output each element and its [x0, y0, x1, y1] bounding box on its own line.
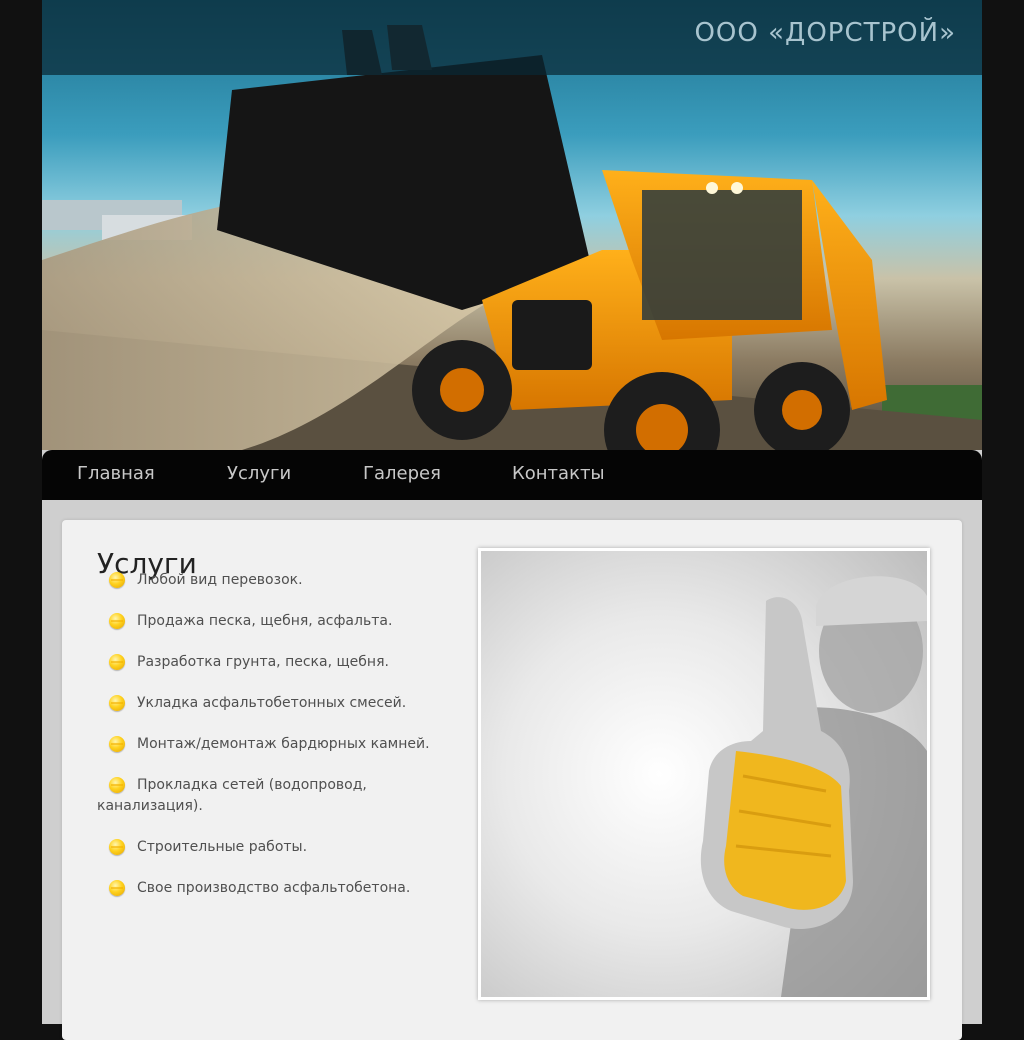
worker-illustration	[700, 576, 927, 997]
nav-item-contacts[interactable]: Контакты	[512, 463, 605, 484]
header-topbar: ООО «ДОРСТРОЙ»	[42, 0, 982, 75]
list-item: Прокладка сетей (водопровод, канализация…	[97, 775, 447, 817]
nav-item-home[interactable]: Главная	[77, 463, 155, 484]
yellow-dot-icon	[109, 695, 125, 711]
page-wrapper: ООО «ДОРСТРОЙ» Главная Услуги Галерея Ко…	[42, 0, 982, 1040]
list-item: Укладка асфальтобетонных смесей.	[97, 693, 447, 714]
services-list: Любой вид перевозок. Продажа песка, щебн…	[97, 570, 447, 919]
list-item: Свое производство асфальтобетона.	[97, 878, 447, 899]
main-navigation: Главная Услуги Галерея Контакты	[42, 450, 982, 500]
service-text: Свое производство асфальтобетона.	[137, 880, 411, 896]
yellow-dot-icon	[109, 880, 125, 896]
service-text: Разработка грунта, песка, щебня.	[137, 654, 389, 670]
service-text: Укладка асфальтобетонных смесей.	[137, 695, 407, 711]
yellow-dot-icon	[109, 654, 125, 670]
service-text: Монтаж/демонтаж бардюрных камней.	[137, 736, 430, 752]
service-text: Продажа песка, щебня, асфальта.	[137, 613, 393, 629]
worker-thumbs-up-image	[481, 551, 927, 997]
list-item: Продажа песка, щебня, асфальта.	[97, 611, 447, 632]
nav-item-services[interactable]: Услуги	[227, 463, 291, 484]
nav-item-gallery[interactable]: Галерея	[363, 463, 441, 484]
list-item: Любой вид перевозок.	[97, 570, 447, 591]
service-text: Любой вид перевозок.	[137, 572, 303, 588]
yellow-dot-icon	[109, 839, 125, 855]
service-text: Строительные работы.	[137, 839, 308, 855]
yellow-dot-icon	[109, 572, 125, 588]
content-panel: Услуги Любой вид перевозок. Продажа песк…	[62, 520, 962, 1040]
list-item: Монтаж/демонтаж бардюрных камней.	[97, 734, 447, 755]
services-photo-frame	[478, 548, 930, 1000]
yellow-dot-icon	[109, 736, 125, 752]
header-banner: ООО «ДОРСТРОЙ»	[42, 0, 982, 450]
site-brand[interactable]: ООО «ДОРСТРОЙ»	[694, 18, 956, 48]
yellow-dot-icon	[109, 777, 125, 793]
list-item: Разработка грунта, песка, щебня.	[97, 652, 447, 673]
list-item: Строительные работы.	[97, 837, 447, 858]
service-text: Прокладка сетей (водопровод, канализация…	[97, 777, 367, 814]
yellow-dot-icon	[109, 613, 125, 629]
